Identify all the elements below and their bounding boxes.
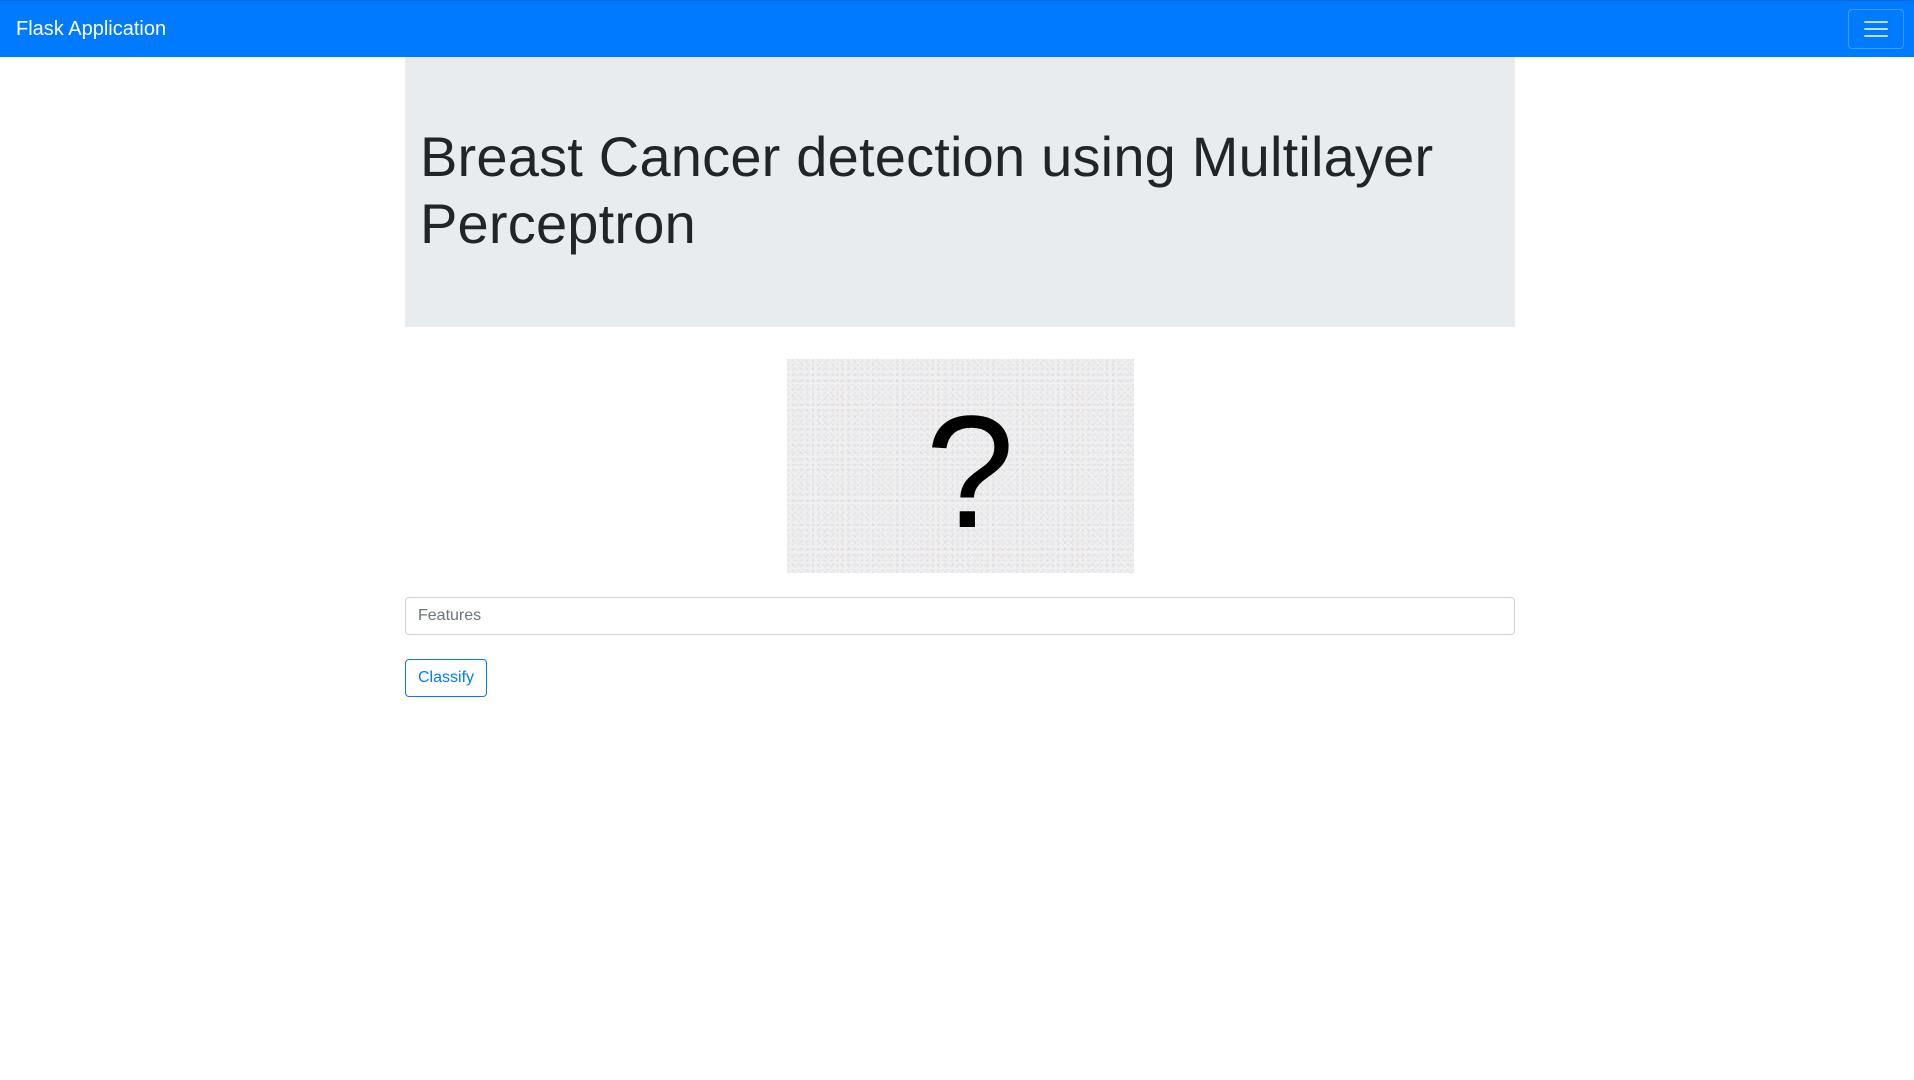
menu-line-icon — [1864, 28, 1888, 30]
image-section: ? — [405, 359, 1515, 573]
hamburger-menu-icon — [1864, 20, 1888, 38]
main-container: Breast Cancer detection using Multilayer… — [405, 57, 1515, 697]
menu-line-icon — [1864, 21, 1888, 23]
question-mark-icon: ? — [925, 382, 1015, 561]
hero-jumbotron: Breast Cancer detection using Multilayer… — [405, 57, 1515, 327]
brand-link[interactable]: Flask Application — [16, 19, 166, 39]
menu-line-icon — [1864, 35, 1888, 37]
features-input[interactable] — [405, 597, 1515, 635]
classification-form: Classify — [405, 597, 1515, 697]
question-placeholder-image: ? — [786, 359, 1134, 573]
top-navbar: Flask Application — [0, 0, 1914, 57]
classify-button[interactable]: Classify — [405, 659, 488, 697]
page-title: Breast Cancer detection using Multilayer… — [420, 125, 1434, 255]
navbar-toggle-button[interactable] — [1848, 9, 1904, 49]
